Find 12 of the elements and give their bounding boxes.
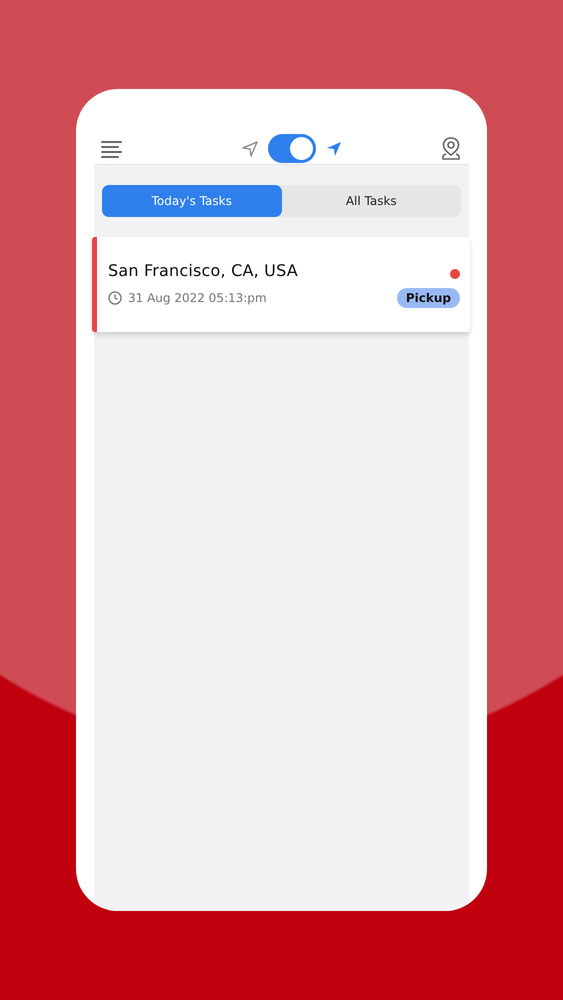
clock-icon <box>108 291 122 305</box>
task-type-tag: Pickup <box>396 288 460 308</box>
location-toggle[interactable] <box>268 134 316 163</box>
task-card[interactable]: San Francisco, CA, USA 31 Aug 2022 05:13:pm Pickup <box>92 237 470 332</box>
tab[interactable]: Today's Tasks <box>102 185 282 217</box>
tab[interactable]: All Tasks <box>282 185 461 217</box>
location-pin-icon[interactable] <box>441 136 461 160</box>
task-address: San Francisco, CA, USA <box>108 261 298 280</box>
navigation-arrow-icon <box>326 140 342 156</box>
navigation-arrow-icon <box>242 140 258 156</box>
task-time: 31 Aug 2022 05:13:pm <box>128 291 267 305</box>
menu-icon[interactable] <box>101 140 123 158</box>
